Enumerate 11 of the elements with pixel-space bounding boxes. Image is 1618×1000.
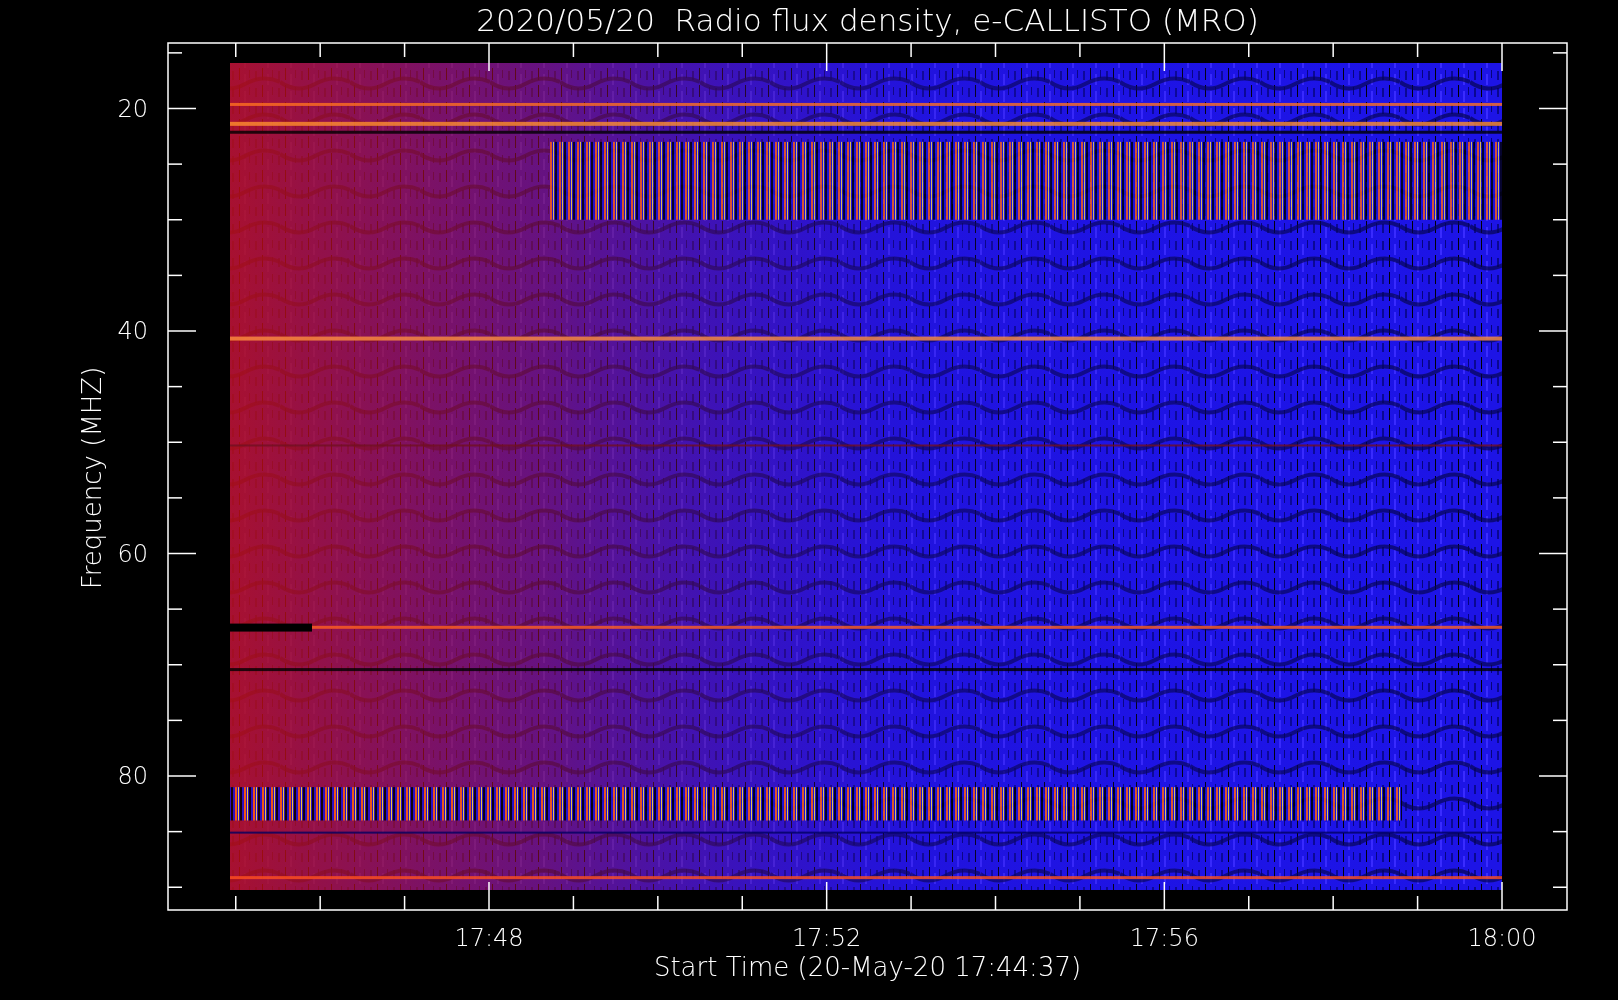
y-tick-label: 20	[117, 96, 148, 121]
x-tick-label: 17:56	[1129, 926, 1199, 950]
y-tick-label: 40	[117, 319, 148, 343]
y-tick-label: 80	[117, 764, 148, 788]
y-axis-label: Frequency (MHZ)	[79, 366, 105, 590]
x-tick-label: 17:48	[454, 926, 524, 950]
x-tick-label: 18:00	[1467, 926, 1537, 950]
y-tick-label: 60	[117, 541, 148, 566]
x-axis-label: Start Time (20-May-20 17:44:37)	[653, 954, 1082, 980]
chart-title: 2020/05/20 Radio flux density, e-CALLISTO (MRO)	[476, 5, 1259, 36]
x-tick-label: 17:52	[792, 926, 862, 950]
